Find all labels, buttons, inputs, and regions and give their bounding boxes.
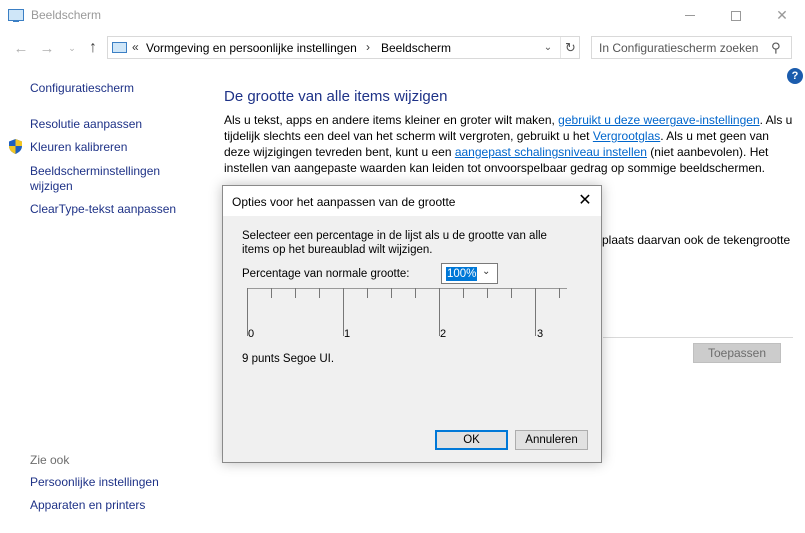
ruler-tick — [367, 288, 368, 298]
ruler-tick — [415, 288, 416, 298]
sidebar-item-personalization[interactable]: Persoonlijke instellingen — [30, 475, 159, 490]
partial-text: plaats daarvan ook de tekengrootte — [602, 233, 791, 247]
chevron-down-icon: ⌄ — [68, 42, 76, 53]
maximize-icon — [731, 10, 741, 21]
breadcrumb-separator[interactable]: › — [366, 40, 370, 54]
sidebar-item-devices-printers[interactable]: Apparaten en printers — [30, 498, 145, 513]
arrow-right-icon: → — [39, 39, 55, 57]
ruler-tick — [271, 288, 272, 298]
sidebar-item-control-panel-home[interactable]: Configuratiescherm — [30, 81, 134, 96]
help-icon: ? — [791, 70, 799, 82]
apply-button[interactable]: Toepassen — [693, 343, 781, 363]
back-button[interactable]: ← — [12, 39, 30, 57]
ruler-tick — [463, 288, 464, 298]
search-input[interactable] — [592, 37, 767, 58]
description-paragraph: Als u tekst, apps en andere items kleine… — [224, 112, 794, 176]
title-bar: Beeldscherm ✕ — [0, 0, 805, 31]
close-button[interactable]: ✕ — [759, 0, 805, 31]
search-icon[interactable]: ⚲ — [771, 40, 781, 56]
shield-icon — [9, 139, 22, 154]
ruler-tick — [487, 288, 488, 298]
display-settings-link[interactable]: gebruikt u deze weergave-instellingen — [558, 113, 759, 127]
arrow-up-icon: ↑ — [89, 39, 97, 56]
dialog-title-bar: Opties voor het aanpassen van de grootte… — [223, 186, 601, 216]
maximize-button[interactable] — [713, 0, 759, 31]
magnifier-link[interactable]: Vergrootglas — [593, 129, 660, 143]
chevron-down-icon: ⌄ — [543, 42, 553, 53]
refresh-button[interactable]: ↻ — [560, 37, 580, 58]
ruler-number-1: 1 — [344, 328, 351, 340]
display-icon — [8, 9, 24, 22]
up-button[interactable]: ↑ — [84, 39, 102, 57]
scaling-options-dialog: Opties voor het aanpassen van de grootte… — [222, 185, 602, 463]
percentage-value: 100% — [446, 267, 478, 281]
ruler-tick — [511, 288, 512, 298]
font-info: 9 punts Segoe UI. — [242, 353, 335, 365]
close-icon: ✕ — [578, 192, 592, 209]
chevron-down-icon: ⌄ — [482, 266, 491, 277]
search-box: ⚲ — [591, 36, 792, 59]
sidebar-item-cleartype[interactable]: ClearType-tekst aanpassen — [30, 202, 176, 217]
sidebar-item-display-settings[interactable]: Beeldscherminstellingen wijzigen — [30, 164, 180, 194]
ruler-number-3: 3 — [537, 328, 544, 340]
ruler-number-0: 0 — [248, 328, 255, 340]
ruler-number-2: 2 — [440, 328, 447, 340]
breadcrumb-overflow-button[interactable]: « — [132, 40, 139, 54]
minimize-button[interactable] — [667, 0, 713, 31]
ruler-tick — [319, 288, 320, 298]
arrow-left-icon: ← — [13, 39, 29, 57]
dialog-description: Selecteer een percentage in de lijst als… — [242, 230, 547, 256]
breadcrumb-appearance[interactable]: Vormgeving en persoonlijke instellingen — [146, 41, 357, 55]
divider — [603, 337, 793, 338]
ok-button[interactable]: OK — [435, 430, 508, 450]
custom-scaling-link[interactable]: aangepast schalingsniveau instellen — [455, 145, 647, 159]
dialog-title: Opties voor het aanpassen van de grootte — [232, 195, 456, 209]
percentage-select[interactable]: 100% ⌄ — [441, 263, 498, 284]
recent-locations-button[interactable]: ⌄ — [63, 39, 81, 57]
sidebar-item-resolution[interactable]: Resolutie aanpassen — [30, 117, 142, 132]
window-title: Beeldscherm — [31, 8, 102, 22]
ruler-tick — [391, 288, 392, 298]
close-icon: ✕ — [776, 7, 788, 23]
help-button[interactable]: ? — [787, 68, 803, 84]
cancel-button[interactable]: Annuleren — [515, 430, 588, 450]
refresh-icon: ↻ — [565, 40, 576, 55]
sidebar-item-calibrate-colors[interactable]: Kleuren kalibreren — [30, 140, 127, 155]
dialog-close-button[interactable]: ✕ — [575, 191, 595, 211]
ruler-tick — [535, 288, 536, 336]
see-also-title: Zie ook — [30, 453, 70, 467]
ruler-tick — [559, 288, 560, 298]
ruler-tick — [295, 288, 296, 298]
address-bar[interactable]: « Vormgeving en persoonlijke instellinge… — [107, 36, 580, 59]
breadcrumb-display[interactable]: Beeldscherm — [381, 41, 451, 55]
para-text-1: Als u tekst, apps en andere items kleine… — [224, 113, 559, 127]
forward-button[interactable]: → — [38, 39, 56, 57]
navigation-bar: ← → ⌄ ↑ « Vormgeving en persoonlijke ins… — [0, 31, 805, 65]
minimize-icon — [685, 15, 695, 16]
percentage-label: Percentage van normale grootte: — [242, 268, 410, 280]
scaling-ruler[interactable]: 0 1 2 3 — [247, 286, 567, 342]
page-title: De grootte van alle items wijzigen — [224, 88, 448, 105]
address-dropdown-button[interactable]: ⌄ — [538, 39, 558, 57]
control-panel-icon — [112, 42, 127, 53]
